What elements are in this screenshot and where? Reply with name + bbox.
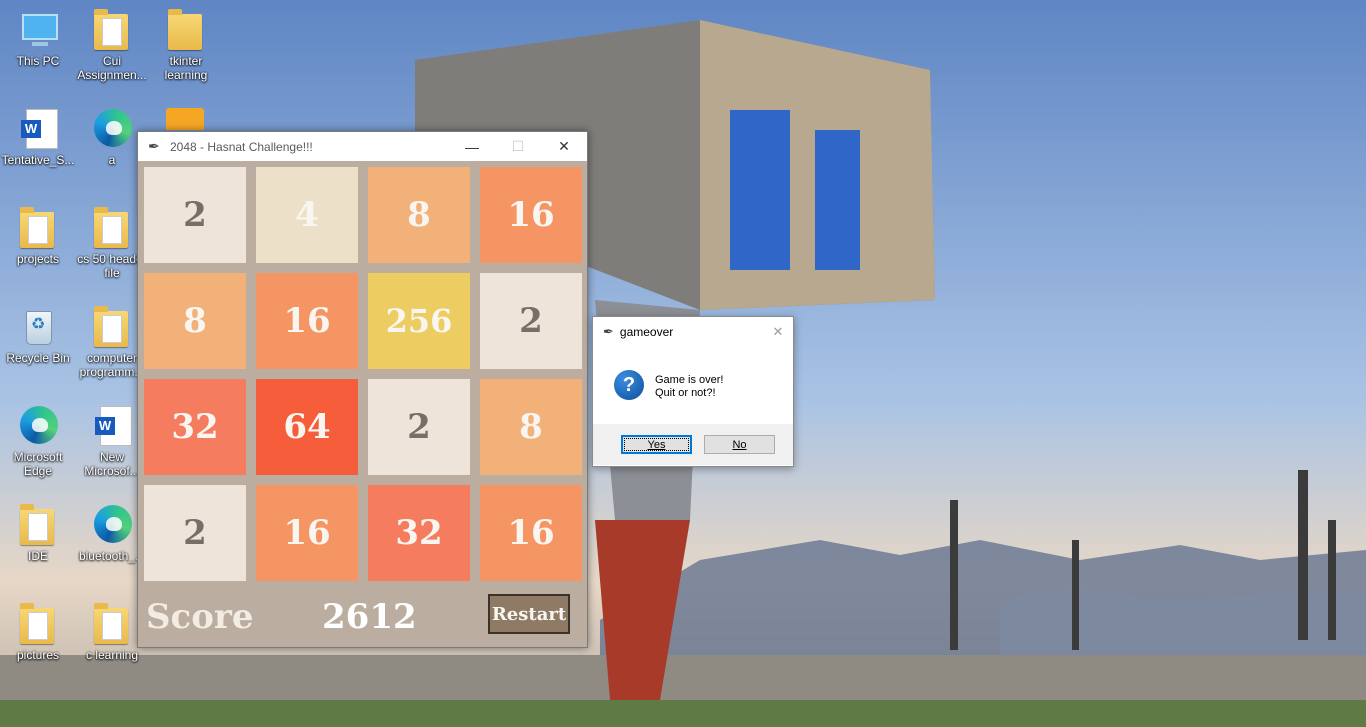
- tile: 32: [144, 379, 246, 475]
- desktop-icon-label: Microsoft Edge: [13, 450, 63, 478]
- tile: 16: [256, 485, 358, 581]
- folder-icon: [90, 206, 134, 250]
- game-window-title: 2048 - Hasnat Challenge!!!: [170, 139, 313, 154]
- tile: 8: [144, 273, 246, 369]
- tile: 16: [480, 167, 582, 263]
- computer-icon: [16, 8, 60, 52]
- score-label: Score: [146, 597, 254, 637]
- edge-shortcut-icon: [90, 107, 134, 151]
- game-window: ✒ 2048 - Hasnat Challenge!!! — ☐ ✕ 2 4 8…: [137, 131, 588, 648]
- question-icon: ?: [614, 370, 644, 400]
- game-board: 2 4 8 16 8 16 256 2 32 64 2 8 2 16 32 16: [138, 161, 587, 585]
- yes-button[interactable]: Yes: [621, 435, 692, 454]
- folder-icon: [90, 602, 134, 646]
- tile: 4: [256, 167, 358, 263]
- tile: 256: [368, 273, 470, 369]
- folder-icon: [164, 8, 208, 52]
- folder-icon: [16, 602, 60, 646]
- tile: 2: [144, 167, 246, 263]
- dialog-message: Game is over! Quit or not?!: [655, 374, 723, 400]
- dialog-titlebar[interactable]: ✒ gameover ✕: [593, 317, 793, 346]
- dialog-message-line1: Game is over!: [655, 374, 724, 386]
- edge-shortcut-icon: [90, 503, 134, 547]
- no-button[interactable]: No: [704, 435, 775, 454]
- desktop-icon-label: tkinter learning: [164, 54, 208, 82]
- desktop-icon-label: Tentative_S...: [1, 153, 75, 167]
- tile: 16: [256, 273, 358, 369]
- maximize-button: ☐: [511, 138, 525, 154]
- score-bar: Score 2612 Restart: [138, 585, 587, 647]
- folder-icon: [90, 305, 134, 349]
- word-document-icon: W: [90, 404, 134, 448]
- restart-button[interactable]: Restart: [488, 594, 570, 634]
- desktop-icon-pictures[interactable]: pictures: [0, 602, 76, 662]
- recycle-bin-icon: [16, 305, 60, 349]
- folder-icon: [90, 8, 134, 52]
- tile: 8: [368, 167, 470, 263]
- dialog-title: gameover: [619, 324, 674, 339]
- tile: 64: [256, 379, 358, 475]
- folder-icon: [16, 206, 60, 250]
- tile: 2: [480, 273, 582, 369]
- desktop-icon-label: c learning: [85, 648, 139, 662]
- desktop-icon-tkinter-learning[interactable]: tkinter learning: [148, 8, 224, 82]
- dialog-close-icon[interactable]: ✕: [763, 324, 793, 340]
- desktop-icon-label: Recycle Bin: [6, 351, 70, 365]
- desktop-icon-label: projects: [16, 252, 60, 266]
- tile: 2: [144, 485, 246, 581]
- desktop-icon-label: This PC: [16, 54, 60, 68]
- no-button-label: No: [732, 438, 747, 451]
- desktop-icon-recycle-bin[interactable]: Recycle Bin: [0, 305, 76, 365]
- tile: 2: [368, 379, 470, 475]
- game-window-titlebar[interactable]: ✒ 2048 - Hasnat Challenge!!! — ☐ ✕: [138, 132, 587, 161]
- desktop-icon-projects[interactable]: projects: [0, 206, 76, 266]
- folder-icon: [16, 503, 60, 547]
- desktop-icon-tentative[interactable]: W Tentative_S...: [0, 107, 76, 167]
- gameover-dialog: ✒ gameover ✕ ? Game is over! Quit or not…: [592, 316, 794, 467]
- tk-feather-icon: ✒: [603, 323, 614, 339]
- tile: 16: [480, 485, 582, 581]
- edge-icon: [16, 404, 60, 448]
- word-document-icon: W: [16, 107, 60, 151]
- tile: 32: [368, 485, 470, 581]
- desktop-icon-this-pc[interactable]: This PC: [0, 8, 76, 68]
- desktop-icon-label: pictures: [16, 648, 60, 662]
- desktop-icon-label: IDE: [27, 549, 48, 563]
- partially-hidden-app-icon: [166, 108, 204, 130]
- close-button[interactable]: ✕: [541, 132, 587, 161]
- desktop-icon-label: Cui Assignmen...: [77, 54, 147, 82]
- tk-feather-icon: ✒: [148, 138, 160, 154]
- dialog-message-line2: Quit or not?!: [655, 387, 716, 399]
- dialog-button-row: Yes No: [593, 424, 793, 465]
- desktop-icon-ide[interactable]: IDE: [0, 503, 76, 563]
- desktop-icon-cui-assignments[interactable]: Cui Assignmen...: [74, 8, 150, 82]
- score-value: 2612: [322, 597, 417, 637]
- dialog-body: ? Game is over! Quit or not?!: [593, 346, 793, 424]
- yes-button-label: Yes: [647, 438, 666, 451]
- tile: 8: [480, 379, 582, 475]
- desktop-icon-microsoft-edge[interactable]: Microsoft Edge: [0, 404, 76, 478]
- minimize-button[interactable]: —: [449, 132, 495, 161]
